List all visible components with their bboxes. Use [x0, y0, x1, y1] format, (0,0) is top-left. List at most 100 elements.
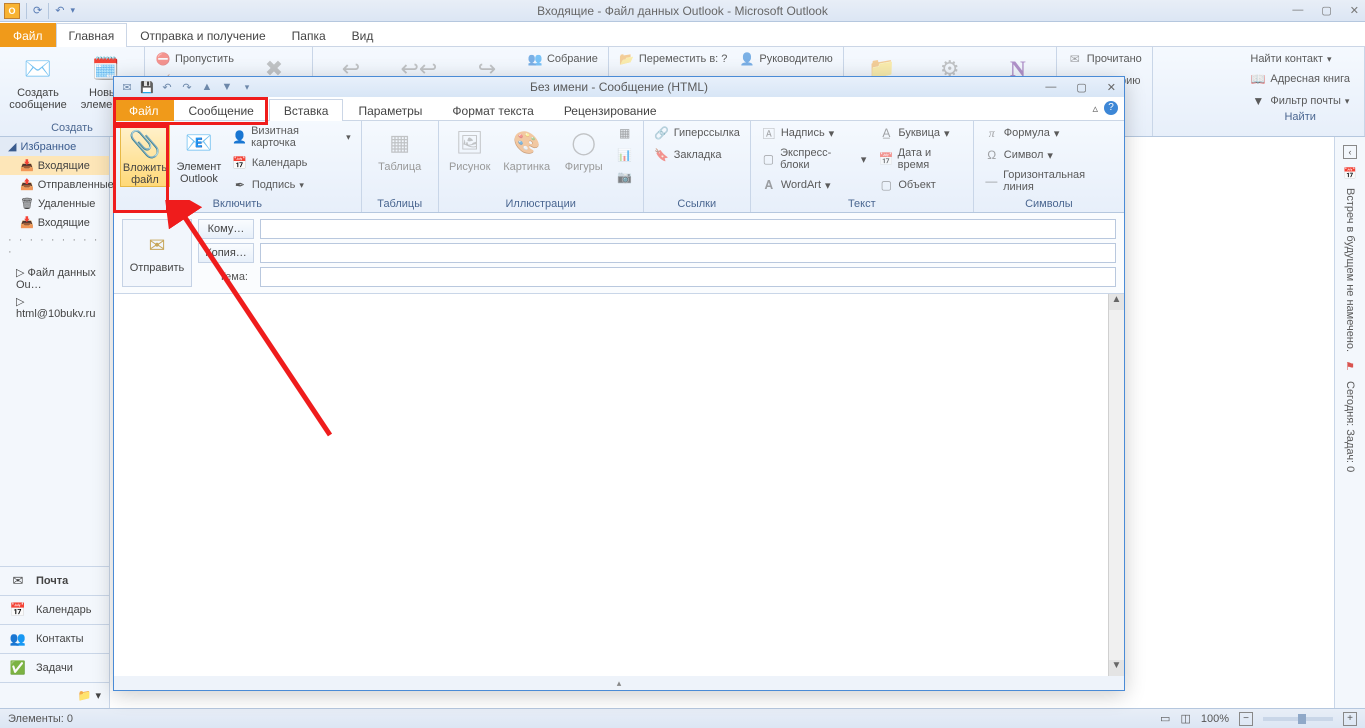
view-reading-icon[interactable]: ◫: [1180, 712, 1190, 725]
to-input[interactable]: [260, 219, 1116, 239]
zoom-out-icon[interactable]: −: [1239, 712, 1253, 726]
next-icon[interactable]: ▼: [220, 80, 234, 94]
move-to-button: 📂Переместить в: ?: [615, 49, 732, 69]
book-icon: 📖: [1250, 71, 1266, 87]
tab-folder[interactable]: Папка: [279, 23, 339, 47]
address-book-button[interactable]: 📖Адресная книга: [1246, 69, 1354, 89]
nav-inbox2[interactable]: 📥Входящие: [0, 213, 109, 232]
compose-tab-review[interactable]: Рецензирование: [549, 99, 672, 121]
tree-data-file[interactable]: ▷ Файл данных Ou…: [6, 264, 103, 293]
compose-body[interactable]: ▲ ▼: [114, 294, 1124, 676]
help-icon[interactable]: ?: [1104, 101, 1118, 115]
signature-button[interactable]: ✒Подпись ▾: [228, 175, 355, 195]
favorites-header[interactable]: ◢Избранное: [0, 137, 109, 156]
compose-tab-format[interactable]: Формат текста: [437, 99, 548, 121]
qat-dropdown-icon[interactable]: ▾: [70, 5, 75, 16]
table-icon: ▦: [384, 127, 416, 159]
nav-calendar[interactable]: 📅Календарь: [0, 595, 109, 624]
main-ribbon-tabs: Файл Главная Отправка и получение Папка …: [0, 22, 1365, 47]
main-window-title: Входящие - Файл данных Outlook - Microso…: [537, 4, 828, 18]
picture-icon: 🖼: [454, 127, 486, 159]
object-button: ▢Объект: [874, 175, 966, 195]
nav-contacts[interactable]: 👥Контакты: [0, 624, 109, 653]
send-receive-icon[interactable]: ⟳: [33, 4, 42, 17]
calendar-small-icon[interactable]: 📅: [1343, 167, 1357, 180]
inbox-icon: 📥: [20, 159, 34, 172]
compose-minimize-icon[interactable]: —: [1045, 81, 1056, 94]
scroll-down-icon[interactable]: ▼: [1109, 660, 1124, 676]
subject-label: Тема:: [198, 271, 254, 283]
compose-tab-file[interactable]: Файл: [114, 99, 174, 121]
compose-title: Без имени - Сообщение (HTML): [530, 80, 708, 94]
group-include-label: Включить: [120, 198, 355, 212]
quickparts-button: ▢Экспресс-блоки ▾: [757, 145, 870, 173]
body-scrollbar[interactable]: ▲ ▼: [1108, 294, 1124, 676]
compose-tab-options[interactable]: Параметры: [343, 99, 437, 121]
cc-input[interactable]: [260, 243, 1116, 263]
inbox-icon: 📥: [20, 216, 34, 229]
formula-button: πФормула ▾: [980, 123, 1118, 143]
status-bar: Элементы: 0 ▭ ◫ 100% − +: [0, 708, 1365, 728]
find-contact-input[interactable]: Найти контакт ▾: [1246, 51, 1354, 67]
shapes-button: ◯Фигуры: [559, 123, 609, 173]
nav-tasks[interactable]: ✅Задачи: [0, 653, 109, 682]
mail-filter-button[interactable]: ▼Фильтр почты ▾: [1246, 91, 1354, 111]
view-normal-icon[interactable]: ▭: [1160, 712, 1170, 725]
attach-item-button[interactable]: 📧 Элемент Outlook: [174, 123, 224, 185]
nav-mail[interactable]: ✉Почта: [0, 566, 109, 595]
undo-icon[interactable]: ↶: [55, 4, 64, 17]
outlook-app-icon: O: [4, 3, 20, 19]
compose-ribbon: 📎 Вложить файл 📧 Элемент Outlook 👤Визитн…: [114, 121, 1124, 213]
attach-file-button[interactable]: 📎 Вложить файл: [120, 123, 170, 187]
bookmark-icon: 🔖: [654, 147, 670, 163]
maximize-icon[interactable]: ▢: [1321, 4, 1331, 17]
tab-view[interactable]: Вид: [339, 23, 387, 47]
undo-icon[interactable]: ↶: [160, 80, 174, 94]
compose-tab-insert[interactable]: Вставка: [269, 99, 344, 121]
expand-todo-icon[interactable]: ‹: [1343, 145, 1357, 159]
clipart-icon: 🎨: [511, 127, 543, 159]
to-manager-button: 👤Руководителю: [735, 49, 836, 69]
compose-tab-message[interactable]: Сообщение: [174, 99, 269, 121]
compose-app-icon: ✉: [120, 80, 134, 94]
mail-icon: ✉: [8, 573, 28, 589]
nav-shortcuts[interactable]: 📁▾: [0, 682, 109, 708]
scroll-up-icon[interactable]: ▲: [1109, 294, 1124, 310]
tree-account[interactable]: ▷ html@10bukv.ru: [6, 293, 103, 322]
quick-access-toolbar: O ⟳ ↶ ▾ Входящие - Файл данных Outlook -…: [0, 0, 1365, 22]
compose-footer[interactable]: ▴: [114, 676, 1124, 690]
zoom-in-icon[interactable]: +: [1343, 712, 1357, 726]
redo-icon[interactable]: ↷: [180, 80, 194, 94]
to-button[interactable]: Кому…: [198, 219, 254, 239]
compose-qat: ✉ 💾 ↶ ↷ ▲ ▼ ▾ Без имени - Сообщение (HTM…: [114, 77, 1124, 97]
outlook-item-icon: 📧: [183, 127, 215, 159]
compose-header-fields: ✉ Отправить Кому… Копия… Тема:: [114, 213, 1124, 294]
nav-deleted[interactable]: 🗑Удаленные: [0, 194, 109, 213]
hline-button: —Горизонтальная линия: [980, 167, 1118, 195]
tab-send-receive[interactable]: Отправка и получение: [127, 23, 278, 47]
new-message-button[interactable]: ✉️ Создать сообщение: [6, 49, 70, 111]
nav-sent[interactable]: 📤Отправленные: [0, 175, 109, 194]
prev-icon[interactable]: ▲: [200, 80, 214, 94]
cc-button[interactable]: Копия…: [198, 243, 254, 263]
compose-close-icon[interactable]: ✕: [1107, 81, 1116, 94]
subject-input[interactable]: [260, 267, 1116, 287]
compose-maximize-icon[interactable]: ▢: [1076, 81, 1086, 94]
qat-more-icon[interactable]: ▾: [240, 80, 254, 94]
tab-file[interactable]: Файл: [0, 23, 56, 47]
nav-inbox[interactable]: 📥Входящие: [0, 156, 109, 175]
calendar-insert-button[interactable]: 📅Календарь: [228, 153, 355, 173]
tab-home[interactable]: Главная: [56, 23, 128, 47]
close-icon[interactable]: ✕: [1350, 4, 1359, 17]
skip-button: ⛔Пропустить: [151, 49, 238, 69]
save-icon[interactable]: 💾: [140, 80, 154, 94]
flag-small-icon[interactable]: ⚑: [1345, 360, 1355, 373]
business-card-button[interactable]: 👤Визитная карточка ▾: [228, 123, 355, 151]
collapse-ribbon-icon[interactable]: ▵: [1092, 102, 1098, 115]
datetime-button: 📅Дата и время: [874, 145, 966, 173]
group-find-label: Найти: [1246, 111, 1354, 125]
send-button[interactable]: ✉ Отправить: [122, 219, 192, 287]
signature-icon: ✒: [232, 177, 248, 193]
shapes-icon: ◯: [568, 127, 600, 159]
minimize-icon[interactable]: —: [1292, 4, 1303, 17]
